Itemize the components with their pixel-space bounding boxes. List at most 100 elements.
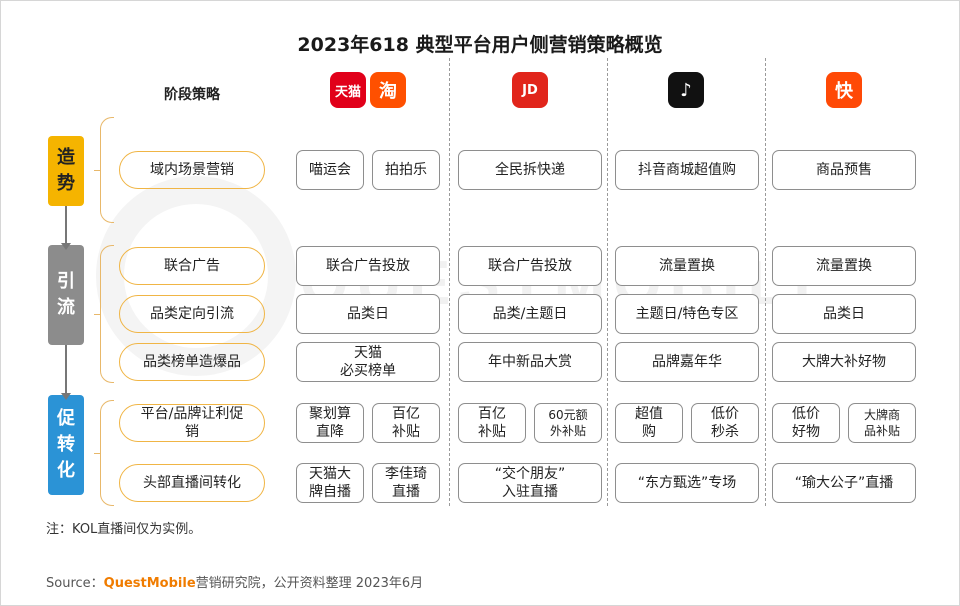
strategy-cell-kuaishou: 品类日: [772, 294, 916, 334]
stage-char: 促: [57, 408, 75, 429]
strategy-cell-kuaishou: “瑜大公子”直播: [772, 463, 916, 503]
strategy-cell-alibaba: 天猫 必买榜单: [296, 342, 440, 382]
cell-text: 低价 好物: [792, 406, 820, 440]
cell-text: 联合广告投放: [326, 258, 410, 274]
strategy-label: 头部直播间转化: [143, 475, 241, 491]
stage-arrow: [61, 345, 71, 400]
strategy-cell-kuaishou: 商品预售: [772, 150, 916, 190]
source-prefix: Source：: [46, 576, 104, 591]
cell-text: 天猫大 牌自播: [309, 466, 351, 500]
cell-text: 品类/主题日: [492, 306, 568, 322]
page-title: 2023年618 典型平台用户侧营销策略概览: [297, 34, 663, 56]
strategy-cell-douyin: 超值 购: [615, 403, 683, 443]
stage-brace: [94, 117, 114, 223]
tmall-logo-icon: 天猫: [330, 72, 366, 108]
douyin-logo-icon: ♪: [668, 72, 704, 108]
strategy-label: 域内场景营销: [150, 162, 234, 178]
strategy-cell-jd: 60元额 外补贴: [534, 403, 602, 443]
strategy-cell-alibaba: 品类日: [296, 294, 440, 334]
strategy-label: 平台/品牌让利促销: [140, 406, 244, 440]
strategy-cell-alibaba: 拍拍乐: [372, 150, 440, 190]
strategy-cell-douyin: “东方甄选”专场: [615, 463, 759, 503]
cell-text: 全民拆快递: [495, 162, 565, 178]
strategy-cell-kuaishou: 大牌大补好物: [772, 342, 916, 382]
header-label: 阶段策略: [164, 87, 220, 103]
cell-text: 品类日: [347, 306, 389, 322]
strategy-cell-jd: “交个朋友” 入驻直播: [458, 463, 602, 503]
jd-dog-logo-icon: JD: [512, 72, 548, 108]
column-divider: [765, 58, 766, 506]
stage-label: 促转化: [48, 395, 84, 495]
column-divider: [607, 58, 608, 506]
stage-label: 引流: [48, 245, 84, 345]
strategy-cell-alibaba: 百亿 补贴: [372, 403, 440, 443]
strategy-pill: 品类定向引流: [119, 295, 265, 333]
strategy-cell-kuaishou: 流量置换: [772, 246, 916, 286]
strategy-cell-jd: 品类/主题日: [458, 294, 602, 334]
strategy-cell-alibaba: 聚划算 直降: [296, 403, 364, 443]
cell-text: 超值 购: [635, 406, 663, 440]
strategy-cell-douyin: 品牌嘉年华: [615, 342, 759, 382]
cell-text: 李佳琦 直播: [385, 466, 427, 500]
cell-text: “交个朋友” 入驻直播: [494, 466, 566, 500]
footnote: 注：KOL直播间仅为实例。: [46, 522, 202, 537]
strategy-cell-jd: 联合广告投放: [458, 246, 602, 286]
strategy-cell-kuaishou: 大牌商 品补贴: [848, 403, 916, 443]
strategy-cell-douyin: 抖音商城超值购: [615, 150, 759, 190]
stage-char: 流: [57, 297, 75, 318]
strategy-pill: 域内场景营销: [119, 151, 265, 189]
strategy-pill: 平台/品牌让利促销: [119, 404, 265, 442]
cell-text: 低价 秒杀: [711, 406, 739, 440]
cell-text: 喵运会: [309, 162, 351, 178]
strategy-cell-douyin: 流量置换: [615, 246, 759, 286]
cell-text: 天猫 必买榜单: [340, 345, 396, 379]
cell-text: 60元额 外补贴: [548, 408, 588, 438]
strategy-cell-alibaba: 喵运会: [296, 150, 364, 190]
cell-text: “东方甄选”专场: [637, 475, 737, 491]
cell-text: 品牌嘉年华: [652, 354, 722, 370]
cell-text: 拍拍乐: [385, 162, 427, 178]
cell-text: 主题日/特色专区: [635, 306, 739, 322]
stage-char: 化: [57, 460, 75, 481]
taobao-logo-icon: 淘: [370, 72, 406, 108]
strategy-cell-kuaishou: 低价 好物: [772, 403, 840, 443]
strategy-label: 联合广告: [164, 258, 220, 274]
cell-text: 大牌商 品补贴: [863, 408, 900, 438]
cell-text: 聚划算 直降: [309, 406, 351, 440]
cell-text: 百亿 补贴: [478, 406, 506, 440]
stage-char: 造: [57, 147, 75, 168]
source-brand: QuestMobile: [103, 576, 196, 591]
stage-brace: [94, 245, 114, 383]
cell-text: 大牌大补好物: [802, 354, 886, 370]
strategy-label: 品类定向引流: [150, 306, 234, 322]
kuaishou-logo-icon: 快: [826, 72, 862, 108]
strategy-pill: 联合广告: [119, 247, 265, 285]
cell-text: 年中新品大赏: [488, 354, 572, 370]
column-divider: [449, 58, 450, 506]
cell-text: 流量置换: [816, 258, 872, 274]
strategy-cell-jd: 全民拆快递: [458, 150, 602, 190]
strategy-cell-douyin: 低价 秒杀: [691, 403, 759, 443]
cell-text: 流量置换: [659, 258, 715, 274]
source-line: Source：QuestMobile营销研究院，公开资料整理 2023年6月: [46, 572, 423, 591]
strategy-pill: 头部直播间转化: [119, 464, 265, 502]
cell-text: 百亿 补贴: [392, 406, 420, 440]
stage-label: 造势: [48, 136, 84, 206]
strategy-cell-jd: 百亿 补贴: [458, 403, 526, 443]
cell-text: 品类日: [823, 306, 865, 322]
strategy-cell-douyin: 主题日/特色专区: [615, 294, 759, 334]
stage-char: 引: [57, 271, 75, 292]
strategy-pill: 品类榜单造爆品: [119, 343, 265, 381]
cell-text: 联合广告投放: [488, 258, 572, 274]
cell-text: 抖音商城超值购: [638, 162, 736, 178]
strategy-label: 品类榜单造爆品: [143, 354, 241, 370]
stage-arrow: [61, 206, 71, 250]
strategy-cell-jd: 年中新品大赏: [458, 342, 602, 382]
cell-text: “瑜大公子”直播: [794, 475, 894, 491]
cell-text: 商品预售: [816, 162, 872, 178]
stage-char: 势: [57, 173, 75, 194]
source-suffix: 营销研究院，公开资料整理 2023年6月: [195, 576, 424, 591]
strategy-cell-alibaba: 天猫大 牌自播: [296, 463, 364, 503]
strategy-cell-alibaba: 李佳琦 直播: [372, 463, 440, 503]
strategy-cell-alibaba: 联合广告投放: [296, 246, 440, 286]
